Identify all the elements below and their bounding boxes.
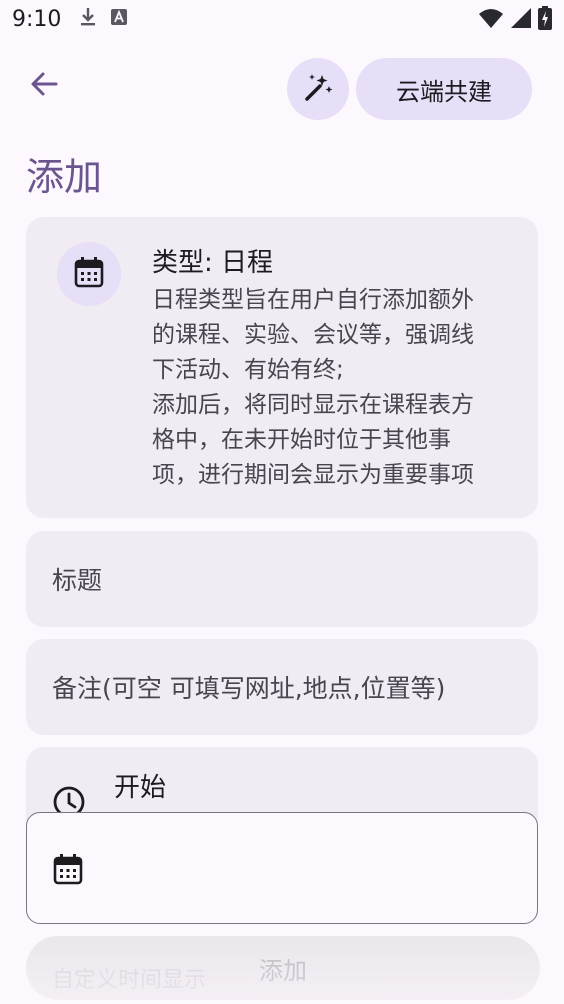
add-button[interactable]: 自定义时间显示 添加	[26, 936, 540, 1000]
info-description-line: 项，进行期间会显示为重要事项	[152, 462, 474, 488]
info-description-line: 格中，在未开始时位于其他事	[152, 427, 451, 453]
cloud-co-build-button[interactable]: 云端共建	[356, 58, 532, 120]
battery-icon	[538, 6, 552, 34]
note-field[interactable]: 备注(可空 可填写网址,地点,位置等)	[26, 639, 538, 735]
wifi-icon	[478, 7, 504, 33]
start-label: 开始	[114, 773, 167, 803]
custom-time-display-underlay: 自定义时间显示	[52, 968, 207, 993]
status-icons-left	[79, 7, 128, 31]
info-description: 日程类型旨在用户自行添加额外 的课程、实验、会议等，强调线 下活动、有始有终; …	[152, 283, 512, 493]
title-field[interactable]: 标题	[26, 531, 538, 627]
auto-fix-icon	[303, 72, 333, 106]
title-field-placeholder: 标题	[52, 566, 103, 595]
page-title: 添加	[26, 155, 103, 199]
info-icon-container	[57, 242, 121, 306]
arrow-back-icon	[30, 70, 58, 102]
date-picker-field[interactable]	[26, 812, 538, 924]
top-app-bar: 云端共建	[0, 56, 564, 120]
info-description-line: 添加后，将同时显示在课程表方	[152, 392, 474, 418]
app-notification-icon	[111, 9, 128, 29]
add-button-label: 添加	[259, 956, 307, 985]
download-icon	[79, 7, 97, 31]
status-icons-right	[478, 6, 552, 34]
signal-icon	[510, 7, 532, 33]
note-field-placeholder: 备注(可空 可填写网址,地点,位置等)	[52, 674, 446, 703]
info-description-line: 的课程、实验、会议等，强调线	[152, 322, 474, 348]
status-time: 9:10	[12, 6, 62, 32]
info-description-line: 下活动、有始有终;	[152, 357, 344, 383]
info-type-label: 类型: 日程	[152, 248, 274, 278]
calendar-icon	[74, 256, 104, 292]
status-bar: 9:10	[0, 0, 564, 38]
info-description-line: 日程类型旨在用户自行添加额外	[152, 287, 474, 313]
back-button[interactable]	[26, 68, 62, 104]
auto-fix-button[interactable]	[287, 58, 349, 120]
calendar-icon	[53, 853, 83, 889]
schedule-type-info-card: 类型: 日程 日程类型旨在用户自行添加额外 的课程、实验、会议等，强调线 下活动…	[26, 217, 538, 518]
